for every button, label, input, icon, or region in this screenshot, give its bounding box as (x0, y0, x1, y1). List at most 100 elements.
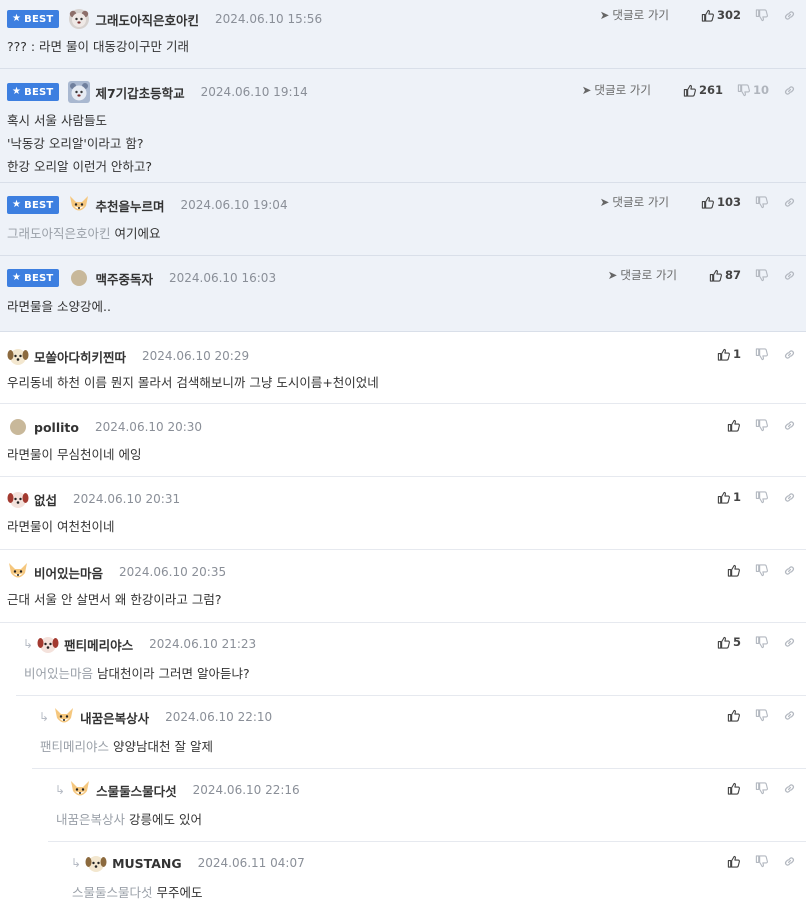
goto-reply-link[interactable]: ➤ 댓글로 가기 (582, 82, 651, 98)
comment-text: ??? : 라면 물이 대동강이구만 기래 (7, 39, 189, 54)
location-arrow-icon: ➤ (599, 195, 610, 209)
link-icon (785, 783, 794, 793)
link-icon (785, 492, 794, 502)
best-badge: ★ BEST (7, 269, 60, 287)
dislike-button[interactable] (755, 8, 769, 22)
link-button[interactable] (783, 564, 797, 577)
link-button[interactable] (783, 269, 797, 282)
best-badge: ★ BEST (7, 196, 60, 214)
goto-reply-link[interactable]: ➤ 댓글로 가기 (608, 267, 677, 283)
like-button[interactable] (727, 855, 741, 868)
link-icon (785, 710, 794, 720)
mention-nickname[interactable]: 그래도아직은호아킨 (7, 226, 111, 241)
like-button[interactable] (727, 564, 741, 577)
nickname[interactable]: 비어있는마음 (34, 563, 103, 582)
nickname[interactable]: pollito (34, 420, 79, 435)
thumbs-down-icon (755, 418, 768, 431)
comment-date: 2024.06.10 20:29 (142, 349, 250, 363)
dislike-button[interactable] (755, 854, 769, 868)
thumbs-up-icon (709, 269, 722, 282)
best-badge: ★ BEST (7, 83, 60, 101)
dislike-button[interactable] (755, 195, 769, 209)
dislike-button[interactable] (755, 781, 769, 795)
comment-text: 남대천이라 그러면 알아듣냐? (97, 666, 250, 681)
nickname[interactable]: 맥주중독자 (95, 269, 153, 288)
best-comment: ★ BEST 추천을누르며 2024.06.10 19:04 ➤ 댓글로 가기 10… (0, 183, 806, 256)
thumbs-up-icon (717, 491, 730, 504)
nickname[interactable]: 제7기갑초등학교 (95, 83, 184, 102)
like-button[interactable]: 103 (701, 195, 741, 209)
like-button[interactable]: 5 (717, 635, 741, 649)
comment-text: 강릉에도 있어 (129, 812, 202, 827)
mention-nickname[interactable]: 비어있는마음 (24, 666, 93, 681)
dislike-button[interactable] (755, 347, 769, 361)
nickname[interactable]: MUSTANG (112, 856, 182, 871)
thumbs-down-icon (755, 347, 768, 360)
dislike-button[interactable] (755, 708, 769, 722)
nickname[interactable]: 그래도아직은호아킨 (95, 10, 199, 29)
puppy-icon[interactable] (85, 852, 107, 874)
comment-text-line: 한강 오리알 이런거 안하고? (7, 159, 153, 174)
mention-nickname[interactable]: 스물둘스물다섯 (72, 885, 153, 900)
default-dot-icon[interactable] (7, 416, 29, 438)
puppy-icon[interactable] (7, 345, 29, 367)
link-button[interactable] (783, 348, 797, 361)
comment-date: 2024.06.10 19:04 (180, 198, 288, 212)
goto-reply-link[interactable]: ➤ 댓글로 가기 (600, 7, 669, 23)
like-button[interactable]: 87 (709, 268, 741, 282)
link-button[interactable] (783, 782, 797, 795)
thumbs-up-icon (727, 855, 740, 868)
like-button[interactable] (727, 782, 741, 795)
fox-icon[interactable] (69, 779, 91, 801)
thumbs-up-icon (727, 782, 740, 795)
red-puppy-icon[interactable] (37, 633, 59, 655)
like-button[interactable]: 1 (717, 347, 741, 361)
dislike-button[interactable] (755, 268, 769, 282)
comment-text: 우리동네 하천 이름 뭔지 몰라서 검색해보니까 그냥 도시이름+천이었네 (7, 375, 379, 390)
red-puppy-icon[interactable] (7, 488, 29, 510)
fox-icon[interactable] (53, 706, 75, 728)
goto-reply-link[interactable]: ➤ 댓글로 가기 (600, 194, 669, 210)
comment-date: 2024.06.10 20:35 (119, 565, 227, 579)
thumbs-up-icon (717, 636, 730, 649)
dislike-button[interactable] (755, 490, 769, 504)
best-comment: ★ BEST 그래도아직은호아킨 2024.06.10 15:56 ➤ 댓글로 가기… (0, 0, 806, 69)
link-button[interactable] (783, 84, 797, 97)
nickname[interactable]: 없섭 (34, 490, 57, 509)
gray-bear-icon[interactable] (68, 8, 90, 30)
link-icon (785, 565, 794, 575)
nickname[interactable]: 추천을누르며 (95, 196, 164, 215)
nickname[interactable]: 모쏠아다히키찐따 (34, 347, 126, 366)
thumbs-up-icon (727, 709, 740, 722)
link-button[interactable] (783, 491, 797, 504)
like-button[interactable]: 261 (683, 83, 723, 97)
comment-date: 2024.06.10 20:30 (94, 420, 203, 434)
default-dot-icon[interactable] (68, 267, 90, 289)
reply: ↳ 스물둘스물다섯 2024.06.10 22:16 내꿈은복상사 강릉에도 있어 (48, 769, 806, 842)
dislike-button[interactable] (755, 418, 769, 432)
star-icon: ★ (12, 199, 22, 210)
blue-bear-icon[interactable] (68, 81, 91, 103)
fox-icon[interactable] (68, 194, 90, 216)
link-button[interactable] (783, 636, 797, 649)
dislike-button[interactable] (755, 635, 769, 649)
dislike-button[interactable]: 10 (737, 83, 769, 97)
link-button[interactable] (783, 9, 797, 22)
like-button[interactable]: 1 (717, 490, 741, 504)
link-button[interactable] (783, 196, 797, 209)
fox-icon[interactable] (7, 561, 29, 583)
dislike-button[interactable] (755, 563, 769, 577)
nickname[interactable]: 팬티메리야스 (64, 635, 133, 654)
nickname[interactable]: 내꿈은복상사 (80, 708, 149, 727)
link-button[interactable] (783, 709, 797, 722)
like-button[interactable] (727, 709, 741, 722)
comment-date: 2024.06.10 22:16 (192, 783, 300, 797)
link-button[interactable] (783, 419, 797, 432)
nickname[interactable]: 스물둘스물다섯 (96, 781, 177, 800)
mention-nickname[interactable]: 내꿈은복상사 (56, 812, 125, 827)
link-button[interactable] (783, 855, 797, 868)
like-button[interactable] (727, 419, 741, 432)
mention-nickname[interactable]: 팬티메리야스 (40, 739, 109, 754)
comment-text: 근대 서울 안 살면서 왜 한강이라고 그럼? (7, 592, 222, 607)
like-button[interactable]: 302 (701, 8, 741, 22)
